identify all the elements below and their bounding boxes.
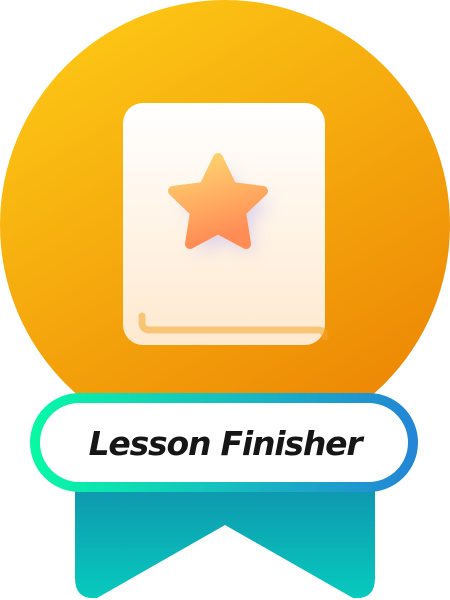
badge-title: Lesson Finisher	[88, 423, 363, 463]
ribbon	[75, 480, 375, 599]
badge-graphic	[0, 0, 450, 599]
book-star-icon	[123, 103, 329, 345]
